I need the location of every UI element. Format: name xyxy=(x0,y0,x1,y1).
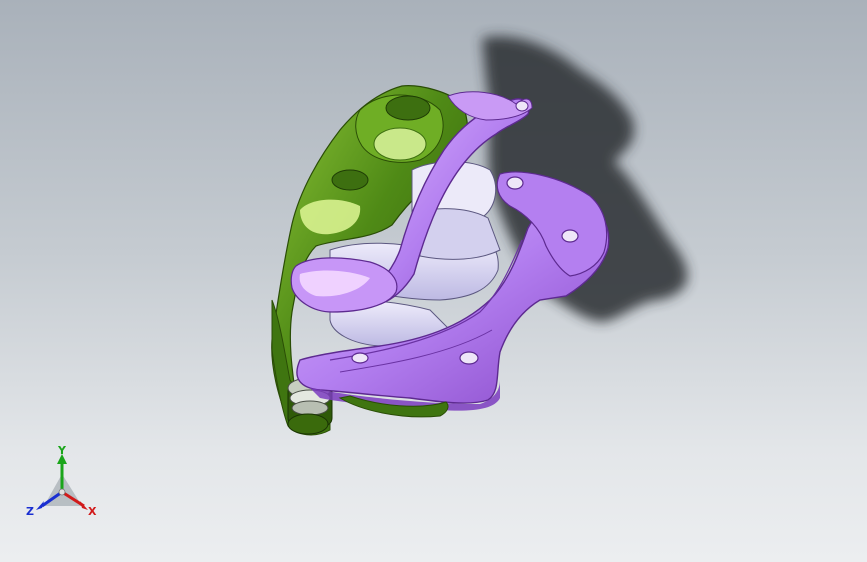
z-axis-label: Z xyxy=(26,505,34,518)
y-axis-label: Y xyxy=(57,446,67,457)
coordinate-triad[interactable]: Y X Z xyxy=(22,446,112,522)
x-axis-label: X xyxy=(88,505,97,518)
cad-model[interactable] xyxy=(0,0,867,562)
graphics-viewport[interactable]: Y X Z xyxy=(0,0,867,562)
